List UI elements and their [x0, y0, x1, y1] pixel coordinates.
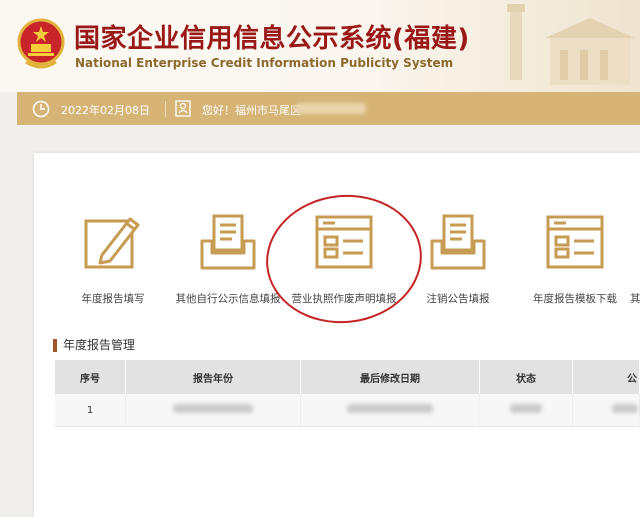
highlight-circle — [259, 187, 429, 331]
redacted-report-year — [125, 394, 301, 427]
system-title: 国家企业信用信息公示系统(福建) — [74, 24, 470, 54]
function-label: 年度报告模板下载 — [533, 293, 617, 305]
decorative-landmark-graphic — [507, 4, 635, 85]
inbox-document-icon — [200, 214, 256, 270]
annual-report-table: 序号 报告年份 最后修改日期 状态 公 1 — [55, 360, 640, 427]
column-header-index: 序号 — [55, 360, 126, 394]
more-function-button[interactable]: 其 — [630, 211, 640, 306]
redacted-status — [479, 394, 573, 427]
site-header: 国家企业信用信息公示系统(福建) National Enterprise Cre… — [0, 0, 640, 92]
column-header-modified-date: 最后修改日期 — [300, 360, 480, 394]
column-header-truncated: 公 — [572, 360, 640, 394]
divider — [165, 101, 166, 117]
annual-report-template-download-button[interactable]: 年度报告模板下载 — [515, 211, 635, 306]
main-panel: 年度报告填写 其他自行公示信息填报 营业执照作废声明填报 注销公告填报 年度报告… — [34, 153, 640, 517]
current-date: 2022年02月08日 — [61, 104, 150, 117]
truncated-icon — [630, 211, 640, 273]
inbox-document-icon — [430, 214, 486, 270]
table-row[interactable]: 1 — [55, 394, 640, 427]
redacted-truncated-cell — [572, 394, 640, 427]
clock-icon — [32, 100, 50, 118]
table-header-row: 序号 报告年份 最后修改日期 状态 公 — [55, 360, 640, 394]
column-header-year: 报告年份 — [125, 360, 301, 394]
system-title-en: National Enterprise Credit Information P… — [75, 56, 454, 70]
function-label: 注销公告填报 — [426, 293, 490, 305]
national-emblem-icon — [17, 18, 65, 69]
user-icon — [175, 100, 191, 117]
user-info-bar: 2022年02月08日 您好！福州市马尾区 — [17, 92, 640, 125]
section-title: 年度报告管理 — [53, 339, 135, 352]
greeting-text: 您好！福州市马尾区 — [202, 104, 301, 117]
redacted-modified-date — [300, 394, 480, 427]
annual-report-fill-button[interactable]: 年度报告填写 — [53, 211, 173, 306]
pencil-edit-icon — [84, 217, 140, 269]
license-card-icon — [546, 215, 604, 269]
function-label: 其他自行公示信息填报 — [175, 293, 281, 305]
function-label: 其 — [630, 293, 640, 305]
column-header-status: 状态 — [479, 360, 573, 394]
row-index: 1 — [55, 394, 126, 427]
redacted-company-name — [296, 103, 366, 114]
function-label: 年度报告填写 — [81, 293, 145, 305]
